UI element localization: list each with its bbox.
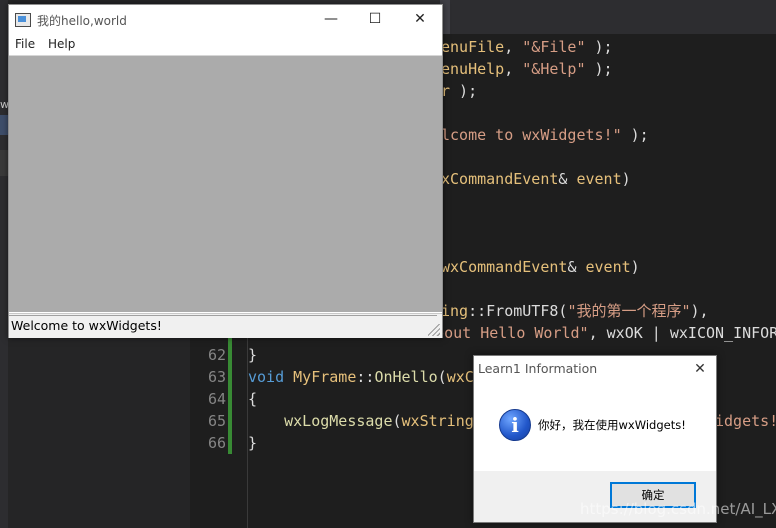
code-fragment: r ); [441,82,478,100]
panel-selected-row [0,115,8,135]
code-fragment: idgets! [715,412,776,430]
status-bar: Welcome to wxWidgets! [9,313,442,338]
dialog-message: 你好，我在使用wxWidgets! [538,418,686,432]
code-line: 64{ [207,390,258,408]
status-text: Welcome to wxWidgets! [11,318,162,333]
dialog-title: Learn1 Information [478,361,598,376]
menu-bar: File Help [9,35,442,55]
status-divider [9,315,437,316]
code-fragment: xCommandEvent& event) [441,170,631,188]
window-titlebar[interactable]: 我的hello,world — ☐ ✕ [9,5,442,35]
code-line: 63 void MyFrame::OnHello(wxCo [207,368,483,386]
resize-grip[interactable] [428,324,440,336]
code-line: 62} [207,346,258,364]
code-line: 65 wxLogMessage(wxString [207,412,474,430]
code-fragment: enuHelp, "&Help" ); [441,60,613,78]
code-fragment: "About Hello World", wxOK | wxICON_INFOR… [417,324,776,342]
minimize-button[interactable]: — [309,5,353,35]
code-fragment: wxCommandEvent& event) [441,258,640,276]
code-fragment: lcome to wxWidgets!" ); [441,126,649,144]
menu-file[interactable]: File [15,37,35,51]
client-area[interactable] [9,55,442,312]
watermark: https://blog.csdn.net/AI_LX [580,500,776,518]
maximize-button[interactable]: ☐ [353,5,397,35]
code-fragment: ing::FromUTF8("我的第一个程序"), [441,302,709,320]
panel-row [0,150,8,176]
code-line: 66} [207,434,258,452]
window-title: 我的hello,world [37,14,127,28]
panel-strip [0,0,8,528]
menu-help[interactable]: Help [48,37,75,51]
information-icon: i [499,409,531,441]
close-button[interactable]: ✕ [398,5,442,35]
info-dialog: Learn1 Information ✕ i 你好，我在使用wxWidgets!… [473,355,717,523]
code-fragment: enuFile, "&File" ); [441,38,613,56]
dialog-close-button[interactable]: ✕ [688,358,712,380]
app-window: 我的hello,world — ☐ ✕ File Help Welcome to… [8,4,443,338]
app-icon [15,13,31,27]
